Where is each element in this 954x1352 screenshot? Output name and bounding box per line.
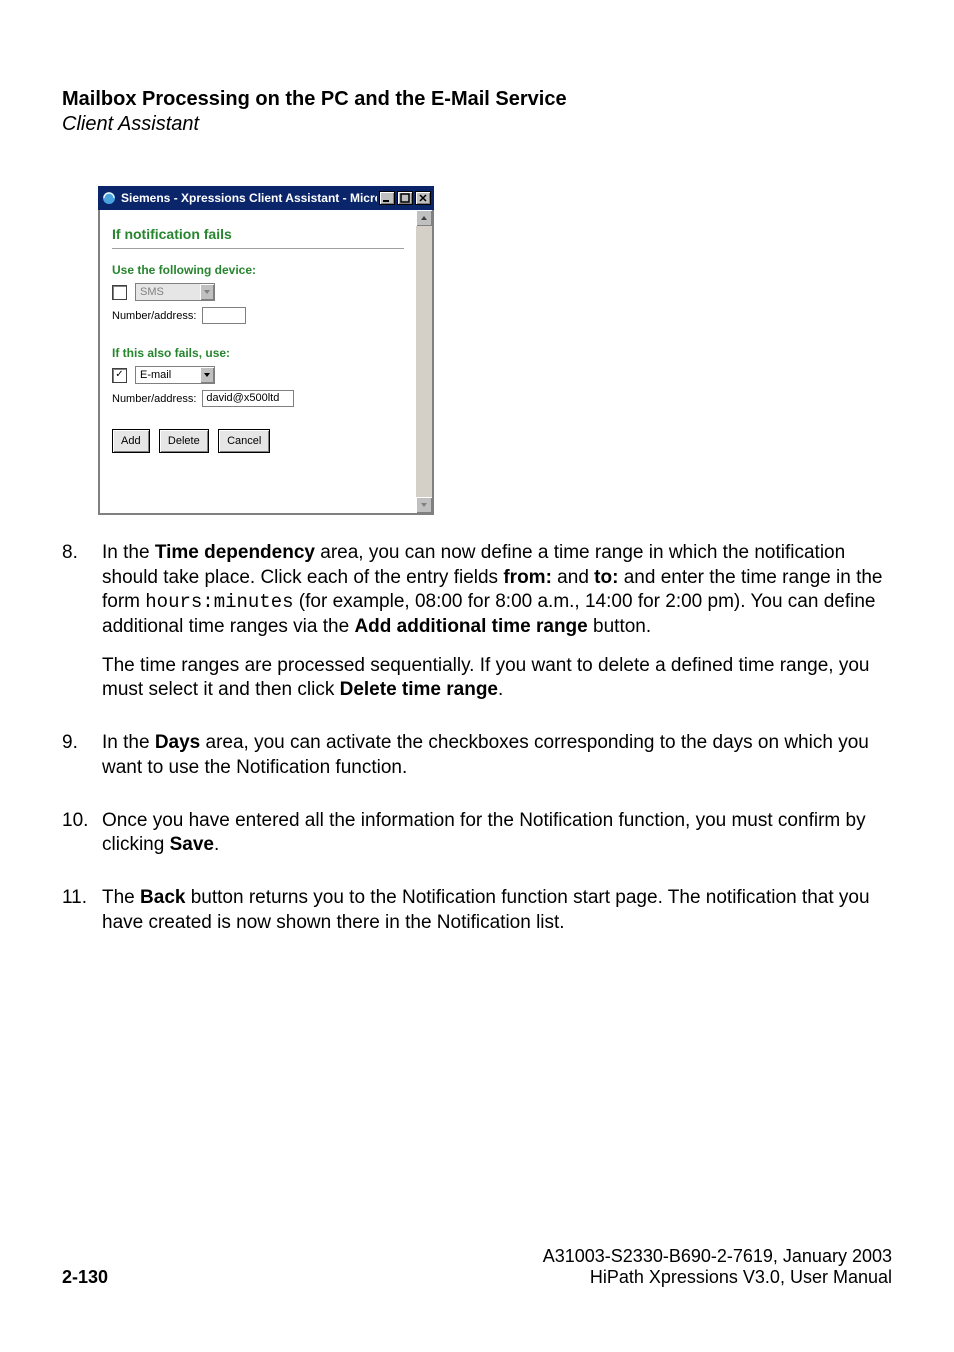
close-button[interactable] xyxy=(415,191,431,205)
page-number: 2-130 xyxy=(62,1267,108,1288)
page-footer: 2-130 A31003-S2330-B690-2-7619, January … xyxy=(62,1246,892,1288)
scroll-up-icon[interactable] xyxy=(416,210,432,226)
section1-device-select[interactable]: SMS xyxy=(135,283,215,301)
doc-id-line: A31003-S2330-B690-2-7619, January 2003 xyxy=(543,1246,892,1267)
dialog-window: Siemens - Xpressions Client Assistant - … xyxy=(98,186,434,515)
dialog-title-text: Siemens - Xpressions Client Assistant - … xyxy=(121,191,377,205)
list-item-9: 9. In the Days area, you can activate th… xyxy=(62,731,892,794)
section1-checkbox[interactable] xyxy=(112,285,127,300)
bold-back: Back xyxy=(140,887,185,908)
section2-checkbox[interactable] xyxy=(112,368,127,383)
minimize-button[interactable] xyxy=(379,191,395,205)
item-number: 8. xyxy=(62,541,102,717)
bold-from: from: xyxy=(503,567,552,588)
text: button. xyxy=(588,616,651,637)
text: button returns you to the Notification f… xyxy=(102,887,870,933)
maximize-button[interactable] xyxy=(397,191,413,205)
dialog-titlebar: Siemens - Xpressions Client Assistant - … xyxy=(98,186,434,210)
dialog-scrollbar[interactable] xyxy=(416,210,432,513)
add-button[interactable]: Add xyxy=(112,429,150,453)
section2-label: If this also fails, use: xyxy=(112,346,404,360)
scroll-down-icon[interactable] xyxy=(416,497,432,513)
bold-to: to: xyxy=(594,567,618,588)
item-number: 9. xyxy=(62,731,102,794)
ie-icon xyxy=(101,190,117,206)
item-number: 11. xyxy=(62,886,102,949)
chevron-down-icon xyxy=(200,367,214,383)
item-number: 10. xyxy=(62,809,102,872)
bold-days: Days xyxy=(155,732,200,753)
text: The xyxy=(102,887,140,908)
delete-button[interactable]: Delete xyxy=(159,429,209,453)
section2-device-select[interactable]: E-mail xyxy=(135,366,215,384)
bold-add-additional-time-range: Add additional time range xyxy=(354,616,587,637)
bold-time-dependency: Time dependency xyxy=(155,542,315,563)
text: In the xyxy=(102,542,155,563)
list-item-10: 10. Once you have entered all the inform… xyxy=(62,809,892,872)
section1-label: Use the following device: xyxy=(112,263,404,277)
list-item-11: 11. The Back button returns you to the N… xyxy=(62,886,892,949)
section2-addr-input[interactable]: david@x500ltd xyxy=(202,390,294,407)
page-header-title: Mailbox Processing on the PC and the E-M… xyxy=(62,88,892,111)
dialog-divider xyxy=(112,248,404,249)
mono-hours-minutes: hours:minutes xyxy=(145,591,293,613)
bold-save: Save xyxy=(170,834,214,855)
section2-addr-label: Number/address: xyxy=(112,393,196,405)
text: . xyxy=(214,834,219,855)
chevron-down-icon xyxy=(200,284,214,300)
doc-title-line: HiPath Xpressions V3.0, User Manual xyxy=(543,1267,892,1288)
cancel-button[interactable]: Cancel xyxy=(218,429,270,453)
dialog-heading: If notification fails xyxy=(112,226,404,242)
page-header-subtitle: Client Assistant xyxy=(62,113,892,136)
text: . xyxy=(498,679,503,700)
section1-select-value: SMS xyxy=(136,286,200,298)
section1-addr-input[interactable] xyxy=(202,307,246,324)
section2-select-value: E-mail xyxy=(136,369,200,381)
section1-addr-label: Number/address: xyxy=(112,310,196,322)
list-item-8: 8. In the Time dependency area, you can … xyxy=(62,541,892,717)
text: In the xyxy=(102,732,155,753)
text: area, you can activate the checkboxes co… xyxy=(102,732,869,778)
bold-delete-time-range: Delete time range xyxy=(340,679,498,700)
text: and xyxy=(552,567,594,588)
